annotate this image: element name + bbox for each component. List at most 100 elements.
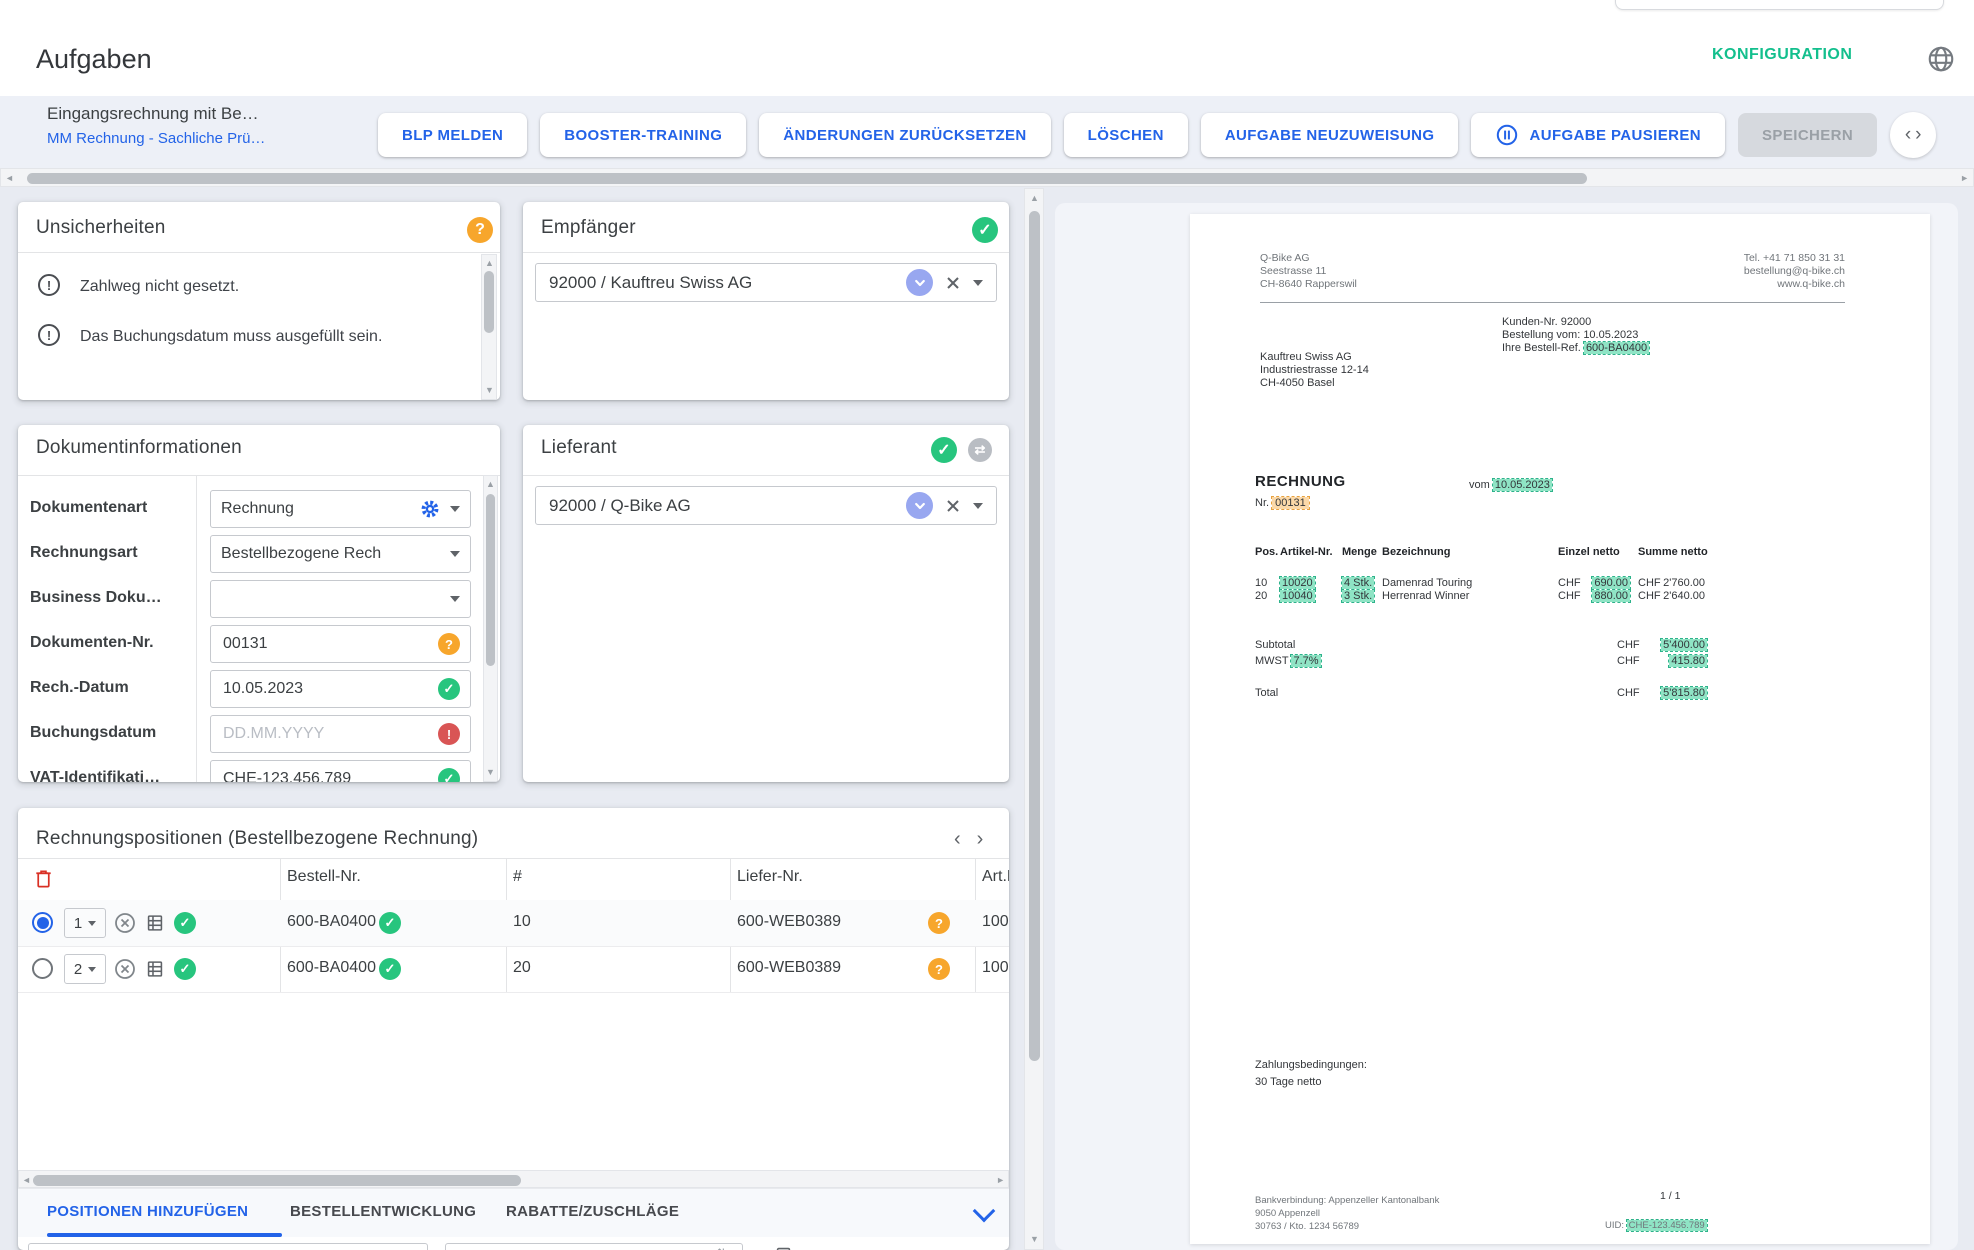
document-type-select[interactable]: Rechnung: [210, 490, 471, 528]
highlight-invoice-number[interactable]: 00131: [1272, 497, 1309, 509]
scroll-down-arrow-icon[interactable]: ▼: [486, 768, 495, 777]
posting-date-field[interactable]: !: [210, 715, 471, 753]
invoice-date-field[interactable]: ✓: [210, 670, 471, 708]
trash-icon[interactable]: [32, 867, 55, 890]
vat-id-field[interactable]: ✓: [210, 760, 471, 782]
highlight-invoice-date[interactable]: 10.05.2023: [1493, 479, 1552, 491]
dropdown-caret-icon[interactable]: [973, 503, 983, 509]
dropdown-caret-icon[interactable]: [450, 551, 460, 557]
row-number-select[interactable]: 2: [64, 954, 106, 984]
unlink-circle-icon[interactable]: [114, 912, 136, 934]
highlight-menge[interactable]: 3 Stk.: [1342, 590, 1374, 602]
dropdown-caret-icon[interactable]: [450, 506, 460, 512]
collapse-section-icon[interactable]: [973, 1200, 996, 1223]
scroll-up-arrow-icon[interactable]: ▲: [1030, 194, 1039, 203]
document-number-input[interactable]: [221, 634, 429, 654]
configuration-link[interactable]: KONFIGURATION: [1712, 46, 1852, 64]
tab-bestellentwicklung[interactable]: BESTELLENTWICKLUNG: [290, 1203, 476, 1220]
highlight-vat[interactable]: 415.80: [1669, 655, 1707, 667]
pause-task-button[interactable]: AUFGABE PAUSIEREN: [1471, 113, 1725, 157]
unlink-circle-icon[interactable]: [114, 958, 136, 980]
clear-icon[interactable]: [944, 497, 962, 515]
document-viewer[interactable]: Q-Bike AG Seestrasse 11 CH-8640 Rappersw…: [1055, 203, 1958, 1250]
highlight-total[interactable]: 5'815.80: [1661, 687, 1707, 699]
invoice-sender-line: CH-8640 Rapperswil: [1260, 278, 1357, 292]
positions-prev-icon[interactable]: ‹: [954, 828, 961, 851]
blp-melden-button[interactable]: BLP MELDEN: [378, 113, 527, 157]
gear-icon[interactable]: [419, 498, 441, 520]
scroll-right-arrow-icon[interactable]: ►: [1960, 174, 1969, 183]
scrollbar-thumb[interactable]: [33, 1175, 521, 1186]
highlight-vat-rate[interactable]: 7.7%: [1291, 655, 1320, 667]
vat-id-input[interactable]: [221, 769, 429, 782]
add-position-field[interactable]: [28, 1243, 428, 1250]
expand-circle-icon[interactable]: [906, 269, 933, 296]
table-rows-icon[interactable]: [144, 958, 166, 980]
scroll-up-arrow-icon[interactable]: ▲: [485, 259, 494, 268]
top-overlay-box[interactable]: [1615, 0, 1944, 10]
dropdown-caret-icon[interactable]: [973, 280, 983, 286]
delete-button[interactable]: LÖSCHEN: [1064, 113, 1188, 157]
scrollbar-thumb[interactable]: [484, 271, 494, 333]
highlight-artikel[interactable]: 10020: [1280, 577, 1315, 589]
position-row-1[interactable]: 1 ✓ 600-BA0400 ✓ 10 600-WEB0389 ?: [18, 900, 1009, 947]
scroll-left-arrow-icon[interactable]: ◄: [22, 1176, 31, 1185]
language-globe-icon[interactable]: [1926, 44, 1956, 74]
scroll-up-arrow-icon[interactable]: ▲: [486, 480, 495, 489]
tab-rabatte-zuschlaege[interactable]: RABATTE/ZUSCHLÄGE: [506, 1203, 679, 1220]
chevron-right-icon[interactable]: ›: [1915, 124, 1921, 146]
recipient-combobox[interactable]: 92000 / Kauftreu Swiss AG: [535, 263, 997, 302]
task-prev-next-nav[interactable]: ‹ ›: [1890, 112, 1936, 158]
expand-circle-icon[interactable]: [906, 492, 933, 519]
supplier-combobox[interactable]: 92000 / Q-Bike AG: [535, 486, 997, 525]
main-vertical-scrollbar[interactable]: ▲ ▼: [1024, 188, 1044, 1250]
scrollbar-thumb[interactable]: [486, 494, 495, 666]
task-subtitle[interactable]: MM Rechnung - Sachliche Prü…: [47, 130, 265, 147]
position-row-2[interactable]: 2 ✓ 600-BA0400 ✓ 20 600-WEB0389 ?: [18, 946, 1009, 993]
reassign-task-button[interactable]: AUFGABE NEUZUWEISUNG: [1201, 113, 1459, 157]
highlight-artikel[interactable]: 10040: [1280, 590, 1315, 602]
row-select-radio[interactable]: [32, 912, 53, 933]
clear-icon[interactable]: [944, 274, 962, 292]
row-number-select[interactable]: 1: [64, 908, 106, 938]
scrollbar-thumb[interactable]: [27, 173, 1587, 184]
highlight-einzel[interactable]: 690.00: [1592, 577, 1630, 589]
positions-horizontal-scrollbar[interactable]: ◄ ►: [18, 1170, 1009, 1188]
add-position-quantity-field[interactable]: [445, 1243, 743, 1250]
invoice-type-select[interactable]: Bestellbezogene Rech: [210, 535, 471, 573]
swap-supplier-icon[interactable]: ⇄: [968, 438, 992, 462]
highlight-subtotal[interactable]: 5'400.00: [1661, 639, 1707, 651]
dropdown-caret-icon[interactable]: [450, 596, 460, 602]
uncertainty-item: ! Zahlweg nicht gesetzt.: [38, 274, 392, 299]
save-button[interactable]: SPEICHERN: [1738, 113, 1877, 157]
scroll-right-arrow-icon[interactable]: ►: [996, 1176, 1005, 1185]
positions-next-icon[interactable]: ›: [977, 828, 984, 851]
highlight-einzel[interactable]: 880.00: [1592, 590, 1630, 602]
spinner-arrows-icon[interactable]: ⇅: [716, 1246, 727, 1250]
highlight-menge[interactable]: 4 Stk.: [1342, 577, 1374, 589]
positions-tabbar: POSITIONEN HINZUFÜGEN BESTELLENTWICKLUNG…: [18, 1188, 1009, 1237]
invoice-col-einzel-netto: Einzel netto: [1558, 546, 1620, 560]
scroll-down-arrow-icon[interactable]: ▼: [1030, 1235, 1039, 1244]
tab-positionen-hinzufuegen[interactable]: POSITIONEN HINZUFÜGEN: [47, 1203, 248, 1220]
item-summe: 2'640.00: [1645, 590, 1705, 604]
booster-training-button[interactable]: BOOSTER-TRAINING: [540, 113, 746, 157]
chevron-left-icon[interactable]: ‹: [1905, 124, 1911, 146]
reset-changes-button[interactable]: ÄNDERUNGEN ZURÜCKSETZEN: [759, 113, 1050, 157]
document-number-field[interactable]: ?: [210, 625, 471, 663]
table-rows-icon[interactable]: [144, 912, 166, 934]
scroll-down-arrow-icon[interactable]: ▼: [485, 386, 494, 395]
main-horizontal-scrollbar[interactable]: ◄ ►: [0, 168, 1974, 187]
scroll-left-arrow-icon[interactable]: ◄: [5, 174, 14, 183]
invoice-date-input[interactable]: [221, 679, 429, 699]
business-document-select[interactable]: [210, 580, 471, 618]
alert-icon: !: [38, 274, 60, 296]
document-info-scrollbar[interactable]: ▲ ▼: [483, 475, 498, 782]
row-select-radio[interactable]: [32, 958, 53, 979]
highlight-uid[interactable]: CHE-123.456.789: [1627, 1220, 1707, 1231]
posting-date-input[interactable]: [221, 724, 429, 744]
highlight-order-ref[interactable]: 600-BA0400: [1584, 342, 1649, 354]
bottom-field-icon[interactable]: [775, 1246, 792, 1250]
scrollbar-thumb[interactable]: [1029, 211, 1040, 1061]
uncertainties-scrollbar[interactable]: ▲ ▼: [481, 254, 497, 400]
